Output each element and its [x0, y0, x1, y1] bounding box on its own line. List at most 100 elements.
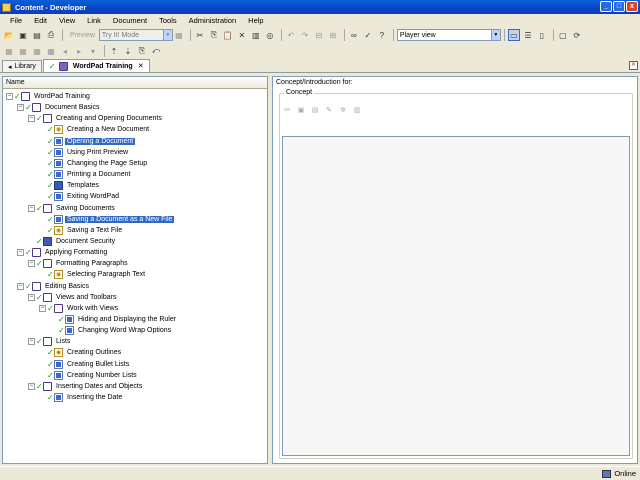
collapse-toggle-icon[interactable]: −	[28, 115, 35, 123]
view-select[interactable]: Player view ▼	[396, 29, 501, 41]
close-button[interactable]: x	[626, 1, 638, 12]
tree-node[interactable]: ✓ Templates	[39, 180, 101, 191]
tree-node[interactable]: ✓ Creating Bullet Lists	[39, 359, 131, 370]
tree-node[interactable]: − ✓ Applying Formatting	[17, 247, 109, 258]
mode-select[interactable]: Try It! Mode ▼	[98, 29, 173, 41]
collapse-toggle-icon[interactable]: −	[6, 93, 13, 100]
tree-node[interactable]: ✓ Hiding and Displaying the Ruler	[50, 314, 178, 325]
collapse-toggle-icon[interactable]: −	[28, 260, 35, 268]
spellcheck-icon[interactable]: ✓	[362, 29, 374, 41]
delete-icon[interactable]: ✕	[236, 29, 248, 41]
tree-node[interactable]: − ✓ Formatting Paragraphs	[28, 258, 130, 269]
tree-node[interactable]: − ✓ Creating and Opening Documents	[28, 113, 164, 124]
tree-node[interactable]: − ✓ Saving Documents	[28, 203, 117, 214]
save-all-icon[interactable]: ▤	[31, 29, 43, 41]
paste-icon[interactable]: 📋	[222, 29, 234, 41]
record-icon[interactable]: ▦	[173, 29, 185, 41]
new-topic-icon[interactable]: ▦	[31, 45, 43, 57]
menu-link[interactable]: Link	[81, 16, 107, 25]
tree-node[interactable]: ✓ Using Print Preview	[39, 147, 130, 158]
minimize-button[interactable]: _	[600, 1, 612, 12]
tree-node[interactable]: − ✓ Views and Toolbars	[28, 292, 118, 303]
collapse-toggle-icon[interactable]: −	[17, 282, 24, 290]
tree-node[interactable]: ✓ Creating Number Lists	[39, 370, 139, 381]
new-section-icon[interactable]: ▦	[17, 45, 29, 57]
menu-tools[interactable]: Tools	[153, 16, 183, 25]
menu-administration[interactable]: Administration	[183, 16, 243, 25]
collapse-toggle-icon[interactable]: −	[17, 249, 24, 257]
tree-node[interactable]: ✓ Changing Word Wrap Options	[50, 325, 173, 336]
tree-node[interactable]: ✓ Opening a Document	[39, 136, 136, 147]
copy-doc-icon[interactable]: ▣	[296, 106, 306, 116]
layout-horizontal-icon[interactable]: ☰	[522, 29, 534, 41]
tree-node[interactable]: ✓ ◉ Creating Outlines	[39, 347, 123, 358]
move-left-icon[interactable]: ◂	[59, 45, 71, 57]
collapse-toggle-icon[interactable]: −	[28, 382, 35, 390]
tree-node[interactable]: ✓ Inserting the Date	[39, 392, 124, 403]
menu-help[interactable]: Help	[242, 16, 269, 25]
unlink-icon[interactable]: ⤺	[150, 45, 162, 57]
edit-pencil-icon[interactable]: ✎	[324, 106, 334, 116]
collapse-icon[interactable]: ⊟	[313, 29, 325, 41]
menu-view[interactable]: View	[53, 16, 81, 25]
cut-icon[interactable]: ✂	[194, 29, 206, 41]
menu-edit[interactable]: Edit	[28, 16, 53, 25]
maximize-button[interactable]: □	[613, 1, 625, 12]
tree-node[interactable]: ✓ ◉ Selecting Paragraph Text	[39, 269, 147, 280]
collapse-toggle-icon[interactable]: −	[17, 104, 24, 112]
menu-file[interactable]: File	[4, 16, 28, 25]
collapse-toggle-icon[interactable]: −	[28, 338, 35, 346]
close-tab-icon[interactable]: ✕	[138, 62, 144, 70]
settings-gear-icon[interactable]: ✲	[338, 106, 348, 116]
collapse-toggle-icon[interactable]: −	[39, 304, 46, 312]
tree-node[interactable]: ✓ ◉ Creating a New Document	[39, 124, 151, 135]
concept-editor[interactable]	[282, 136, 630, 456]
undo-icon[interactable]: ↶	[285, 29, 297, 41]
tree-node[interactable]: ✓ Printing a Document	[39, 169, 132, 180]
layout-single-icon[interactable]: ▭	[507, 29, 520, 41]
move-down-icon[interactable]: ▾	[87, 45, 99, 57]
toolbar-separator	[280, 29, 282, 41]
link-doc-icon[interactable]: ⎘	[136, 45, 148, 57]
expand-icon[interactable]: ⊞	[327, 29, 339, 41]
new-module-icon[interactable]: ▦	[3, 45, 15, 57]
preview-button[interactable]: Preview	[66, 32, 99, 39]
copy-icon[interactable]: ⎘	[208, 29, 220, 41]
move-right-icon[interactable]: ▸	[73, 45, 85, 57]
move-up-icon[interactable]: ⇡	[108, 45, 120, 57]
open-folder-icon[interactable]: 📂	[3, 29, 15, 41]
menu-document[interactable]: Document	[107, 16, 153, 25]
insert-icon[interactable]: ▦	[45, 45, 57, 57]
tree-node[interactable]: ✓ Document Security	[28, 236, 117, 247]
binoculars-icon[interactable]: ∞	[348, 29, 360, 41]
help-icon[interactable]: ?	[376, 29, 388, 41]
properties-icon[interactable]: ▥	[250, 29, 262, 41]
name-column-header[interactable]: Name	[3, 77, 267, 89]
collapse-toggle-icon[interactable]: −	[28, 293, 35, 301]
duplicate-icon[interactable]: ▤	[310, 106, 320, 116]
refresh-icon[interactable]: ⟳	[571, 29, 583, 41]
window-icon[interactable]: ▢	[557, 29, 569, 41]
tree-node[interactable]: − ✓ WordPad Training	[6, 91, 92, 102]
tree-node[interactable]: ✓ ◉ Saving a Text File	[39, 225, 124, 236]
tab-library[interactable]: ◂ Library	[2, 60, 42, 72]
tree-node[interactable]: − ✓ Work with Views	[39, 303, 120, 314]
tab-wordpad-training[interactable]: ✓ WordPad Training ✕	[42, 59, 150, 72]
move-down-arrow-icon[interactable]: ⇣	[122, 45, 134, 57]
tree-node[interactable]: ✓ Saving a Document as a New File	[39, 214, 175, 225]
print-icon[interactable]: ⎙	[45, 29, 57, 41]
find-icon[interactable]: ◎	[264, 29, 276, 41]
tree-node[interactable]: ✓ Exiting WordPad	[39, 191, 121, 202]
tree-node[interactable]: − ✓ Lists	[28, 336, 72, 347]
tree-node[interactable]: ✓ Changing the Page Setup	[39, 158, 149, 169]
preview-doc-icon[interactable]: ▥	[352, 106, 362, 116]
tree-node[interactable]: − ✓ Editing Basics	[17, 281, 91, 292]
layout-vertical-icon[interactable]: ▯	[536, 29, 548, 41]
save-icon[interactable]: ▣	[17, 29, 29, 41]
tree-node[interactable]: − ✓ Document Basics	[17, 102, 101, 113]
collapse-toggle-icon[interactable]: −	[28, 204, 35, 212]
redo-icon[interactable]: ↷	[299, 29, 311, 41]
link-icon[interactable]: ⚯	[282, 106, 292, 116]
close-panel-icon[interactable]: ✕	[629, 61, 638, 70]
tree-node[interactable]: − ✓ Inserting Dates and Objects	[28, 381, 144, 392]
